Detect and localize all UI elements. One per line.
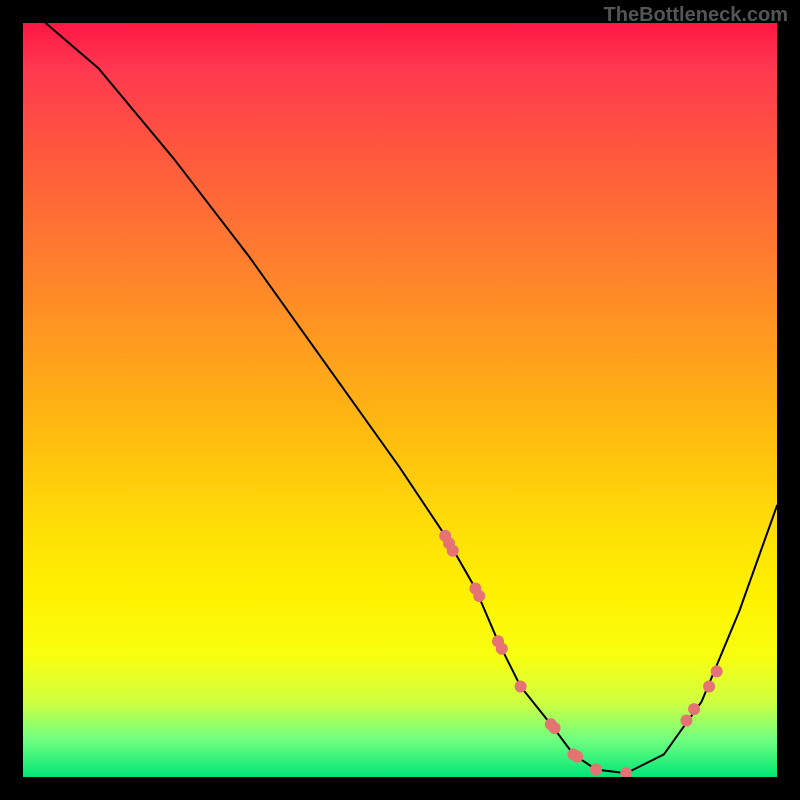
data-marker — [590, 764, 602, 776]
data-markers — [439, 530, 723, 777]
data-marker — [681, 715, 693, 727]
chart-svg — [23, 23, 777, 777]
data-marker — [447, 545, 459, 557]
data-marker — [688, 703, 700, 715]
data-marker — [473, 590, 485, 602]
plot-area — [23, 23, 777, 777]
data-marker — [515, 681, 527, 693]
bottleneck-curve — [46, 23, 777, 773]
data-marker — [703, 681, 715, 693]
data-marker — [571, 751, 583, 763]
data-marker — [620, 767, 632, 777]
data-marker — [549, 722, 561, 734]
data-marker — [711, 665, 723, 677]
watermark-text: TheBottleneck.com — [604, 4, 788, 27]
data-marker — [496, 643, 508, 655]
